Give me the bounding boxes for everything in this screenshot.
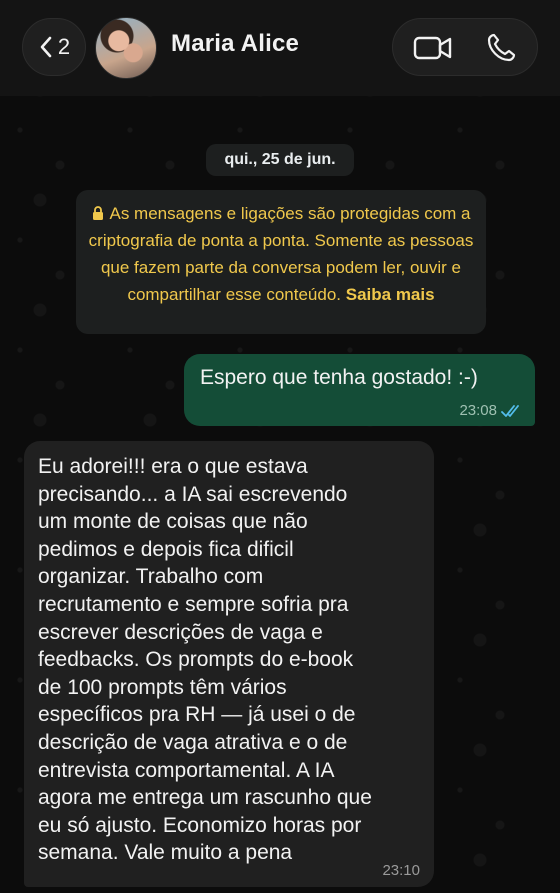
back-button[interactable]: 2 — [22, 18, 86, 76]
unread-count: 2 — [57, 34, 71, 59]
incoming-message[interactable]: Eu adorei!!! era o que estava precisando… — [24, 441, 434, 887]
message-text: Espero que tenha gostado! :-) — [200, 366, 478, 389]
chat-header: 2 Maria Alice — [0, 0, 560, 96]
message-text: Eu adorei!!! era o que estava precisando… — [38, 455, 372, 865]
message-time: 23:10 — [382, 862, 420, 879]
video-camera-icon[interactable] — [413, 34, 453, 62]
learn-more-link[interactable]: Saiba mais — [346, 285, 435, 304]
outgoing-message[interactable]: Espero que tenha gostado! :-) 23:08 — [184, 354, 535, 426]
date-separator: qui., 25 de jun. — [206, 144, 354, 176]
avatar[interactable] — [95, 17, 157, 79]
message-time: 23:08 — [459, 402, 497, 419]
double-check-icon — [501, 404, 519, 417]
chevron-left-icon — [40, 36, 52, 58]
call-actions — [392, 18, 538, 76]
phone-icon[interactable] — [485, 32, 517, 64]
message-meta: 23:08 — [459, 402, 523, 419]
contact-name[interactable]: Maria Alice — [171, 30, 299, 58]
encryption-notice[interactable]: As mensagens e ligações são protegidas c… — [76, 190, 486, 334]
lock-icon — [92, 206, 103, 220]
